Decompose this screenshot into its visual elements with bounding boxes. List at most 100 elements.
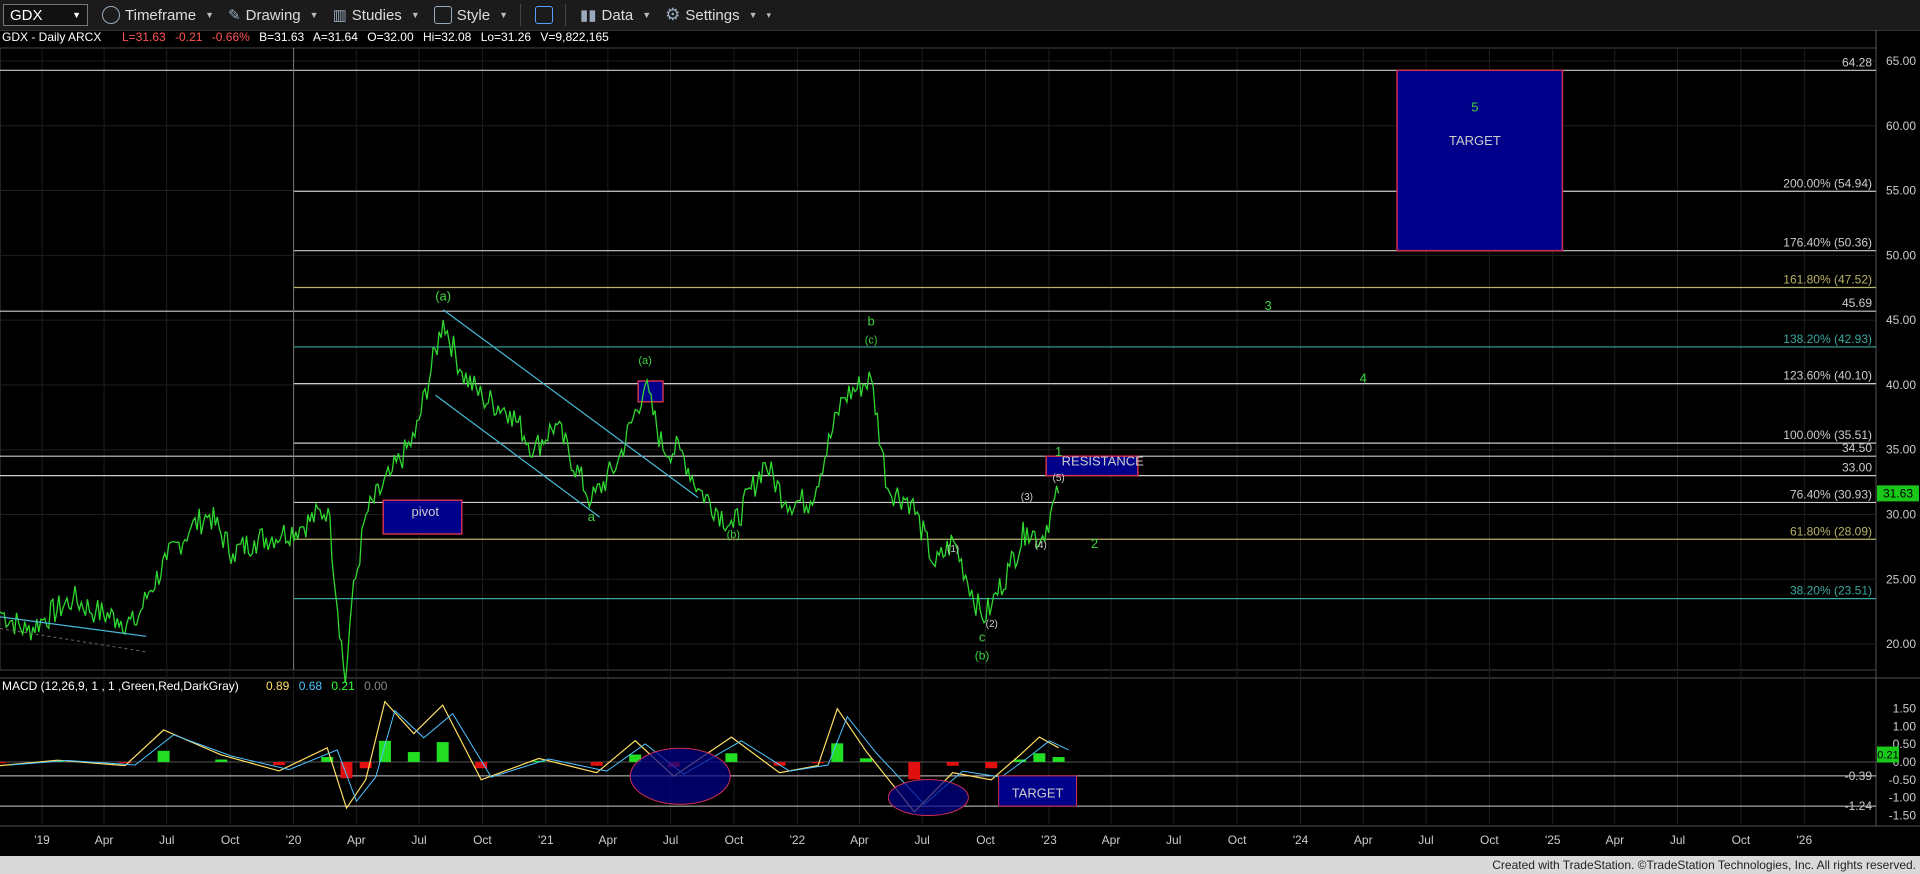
y-tick-label: 40.00: [1886, 378, 1916, 392]
macd-y-tick: -1.00: [1889, 791, 1917, 805]
y-tick-label: 35.00: [1886, 443, 1916, 457]
macd-current-label: 0.21: [1877, 750, 1898, 762]
macd-level-label: -0.39: [1845, 769, 1873, 783]
macd-y-tick: -1.50: [1889, 808, 1917, 822]
level-label: 161.80% (47.52): [1783, 272, 1872, 286]
wave-label: a: [588, 509, 596, 524]
x-tick-label: '19: [34, 833, 50, 847]
x-tick-label: '21: [538, 833, 554, 847]
price-panel-frame: [0, 47, 1877, 671]
footer-credit: Created with TradeStation. ©TradeStation…: [0, 856, 1920, 874]
wave-label: b: [868, 313, 875, 328]
price-chart[interactable]: 64.28 200.00% (54.94) 176.40% (50.36) 161.8…: [0, 30, 1920, 856]
studies-icon: ▥: [332, 7, 347, 24]
symbol-selector[interactable]: GDX ▼: [3, 4, 88, 26]
macd-value-4: 0.00: [364, 679, 388, 693]
last-price-label: 31.63: [1883, 486, 1913, 500]
layout-icon: [535, 6, 554, 24]
wave-label: RESISTANCE: [1062, 453, 1144, 468]
y-tick-label: 55.00: [1886, 184, 1916, 198]
gear-icon: ⚙: [665, 5, 681, 24]
bar-chart-icon: ▮▮: [580, 7, 597, 24]
toolbar-divider: [565, 4, 567, 26]
quote-ask: A=31.64: [313, 30, 358, 44]
x-tick-label: Apr: [1102, 833, 1121, 847]
style-icon: [433, 6, 452, 24]
data-menu[interactable]: ▮▮ Data ▼: [580, 6, 651, 25]
pen-icon: ✎: [228, 7, 241, 24]
quote-open: O=32.00: [367, 30, 414, 44]
level-label: 33.00: [1842, 461, 1872, 475]
level-label: 38.20% (23.51): [1790, 584, 1872, 598]
x-tick-label: Oct: [1480, 833, 1499, 847]
wave-label: c: [979, 629, 986, 644]
x-tick-label: Apr: [1354, 833, 1373, 847]
y-tick-label: 25.00: [1886, 572, 1916, 586]
toolbar: GDX ▼ Timeframe ▼ ✎ Drawing ▼ ▥ Studies ▼ S…: [0, 0, 1920, 31]
x-tick-label: Jul: [663, 833, 678, 847]
x-tick-label: Apr: [599, 833, 618, 847]
x-tick-label: Jul: [1670, 833, 1685, 847]
quote-pct: -0.66%: [212, 30, 250, 44]
fib-levels: 64.28 200.00% (54.94) 176.40% (50.36) 161.8…: [0, 48, 1876, 670]
macd-histogram-bar: [0, 762, 6, 764]
level-label: 64.28: [1842, 55, 1872, 69]
annotation-boxes: [382, 69, 1564, 535]
wave-label: (5): [1052, 473, 1064, 484]
macd-value-1: 0.89: [266, 679, 290, 693]
macd-histogram-bar: [273, 762, 286, 766]
level-label: 61.80% (28.09): [1790, 524, 1872, 538]
macd-y-tick: -0.50: [1889, 773, 1917, 787]
studies-menu[interactable]: ▥ Studies ▼: [332, 6, 420, 25]
quote-low: Lo=31.26: [481, 30, 532, 44]
level-label: 100.00% (35.51): [1783, 428, 1872, 442]
style-menu[interactable]: Style ▼: [433, 6, 508, 24]
macd-histogram-bar: [946, 762, 959, 766]
quote-high: Hi=32.08: [423, 30, 472, 44]
level-label: 34.50: [1842, 441, 1872, 455]
x-tick-label: Jul: [1166, 833, 1181, 847]
x-tick-label: Oct: [473, 833, 492, 847]
wave-label: 4: [1360, 370, 1367, 385]
x-tick-label: '23: [1041, 833, 1057, 847]
y-tick-label: 60.00: [1886, 119, 1916, 133]
layout-button[interactable]: [535, 6, 554, 24]
grid: [0, 30, 1920, 827]
x-tick-label: '26: [1797, 833, 1813, 847]
macd-histogram-bar: [812, 762, 825, 764]
style-label: Style: [456, 6, 491, 24]
wave-label: (3): [1021, 492, 1033, 503]
x-tick-label: Oct: [221, 833, 240, 847]
quote-last: L=31.63: [122, 30, 166, 44]
macd-histogram-bar: [908, 762, 921, 780]
wave-label: (c): [865, 334, 878, 346]
quote-readout: L=31.63 -0.21 -0.66% B=31.63 A=31.64 O=3…: [122, 30, 609, 44]
macd-histogram-bar: [860, 758, 873, 762]
y-tick-label: 50.00: [1886, 248, 1916, 262]
level-label: 200.00% (54.94): [1783, 176, 1872, 190]
axes: '19 Apr Jul Oct '20 Apr Jul Oct '21 Apr Jul Oct '22 A…: [34, 54, 1919, 847]
y-tick-label: 65.00: [1886, 54, 1916, 68]
drawing-menu[interactable]: ✎ Drawing ▼: [228, 6, 319, 25]
macd-histogram-bar: [985, 762, 998, 769]
wave-label: TARGET: [1449, 133, 1501, 148]
y-tick-label: 30.00: [1886, 508, 1916, 522]
macd-histogram-bar: [436, 742, 449, 762]
macd-y-tick: 1.00: [1893, 719, 1917, 733]
macd-value-3: 0.21: [331, 679, 355, 693]
x-tick-label: '24: [1293, 833, 1309, 847]
timeframe-menu[interactable]: Timeframe ▼: [102, 6, 214, 24]
wave-label: (4): [1035, 540, 1047, 551]
x-tick-label: '22: [790, 833, 806, 847]
quote-bid: B=31.63: [259, 30, 304, 44]
x-tick-label: Oct: [725, 833, 744, 847]
macd-histogram-bar: [1033, 753, 1046, 762]
macd-label: MACD (12,26,9, 1 , 1 ,Green,Red,DarkGray…: [2, 679, 239, 693]
level-label: 45.69: [1842, 296, 1872, 310]
price-series: [0, 309, 1060, 684]
settings-menu[interactable]: ⚙ Settings ▼ ▾: [665, 5, 771, 25]
x-tick-label: Oct: [1732, 833, 1751, 847]
drawing-label: Drawing: [245, 6, 301, 24]
macd-histogram-bar: [725, 753, 738, 762]
chart-title: GDX - Daily ARCX: [2, 30, 101, 44]
